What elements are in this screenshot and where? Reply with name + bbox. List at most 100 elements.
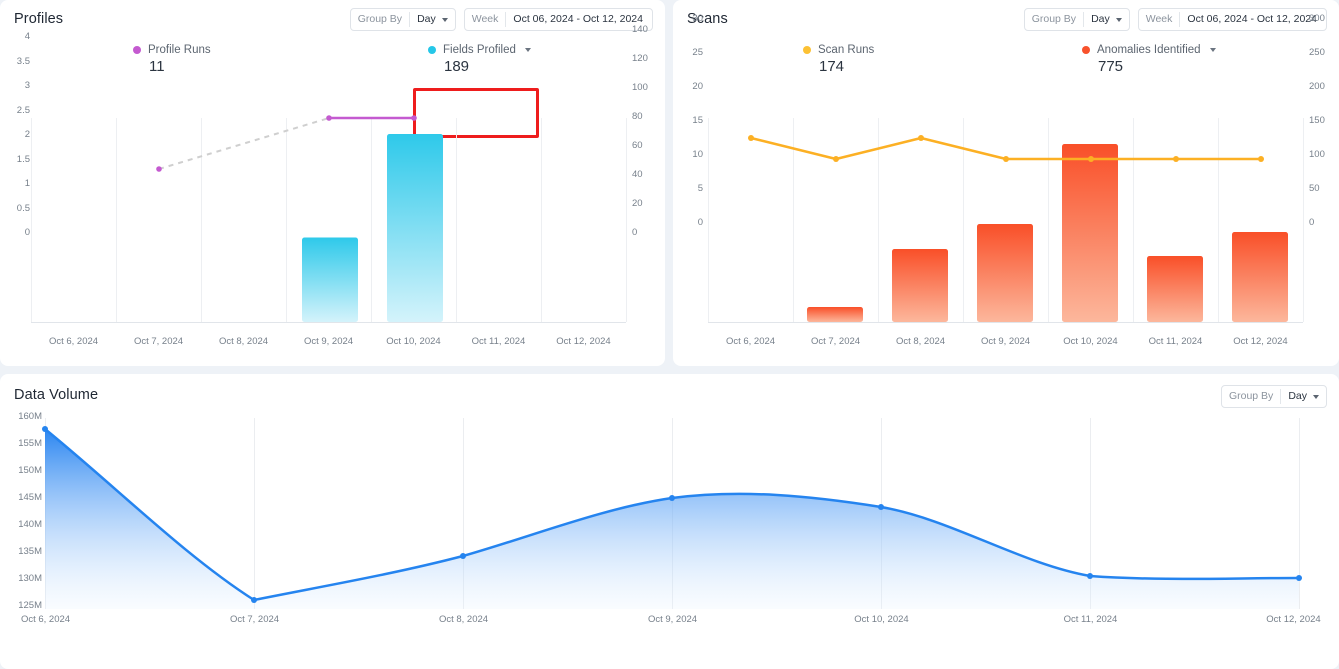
bar[interactable]: [302, 237, 358, 323]
volume-group-by-select[interactable]: Group By Day: [1220, 385, 1327, 408]
kpi-profile-runs[interactable]: Profile Runs 11: [133, 44, 211, 75]
data-point[interactable]: [326, 115, 332, 121]
kpi-profile-runs-label: Profile Runs: [148, 44, 211, 56]
profiles-date-range-picker[interactable]: Week Oct 06, 2024 - Oct 12, 2024: [463, 8, 653, 31]
line-path: [750, 136, 1261, 161]
chevron-down-icon: [1313, 394, 1319, 399]
profiles-chart: 0 0.5 1 1.5 2 2.5 3 3.5 4 0 20 40 60 80 …: [0, 24, 665, 355]
chevron-down-icon: [1115, 17, 1122, 22]
bar[interactable]: [807, 307, 863, 322]
data-volume-panel-header: Data Volume Group By Day: [0, 374, 1339, 416]
profiles-group-by-label: Group By: [357, 13, 403, 25]
scans-header-controls: Group By Day Week Oct 06, 2024 - Oct 12,…: [1023, 8, 1327, 31]
scans-chart: 0 5 10 15 20 25 30 0 50 100 150 200 250 …: [673, 13, 1339, 355]
kpi-anomalies-value: 775: [1098, 58, 1124, 75]
data-point[interactable]: [748, 135, 754, 141]
y-axis-tick: 3.5: [16, 55, 30, 67]
y-axis-tick-right: 40: [632, 169, 643, 180]
y-axis-tick-right: 100: [1309, 149, 1325, 160]
x-axis-tick: Oct 6, 2024: [725, 336, 776, 347]
data-point[interactable]: [1087, 573, 1093, 579]
line-gap-segment: [158, 117, 330, 170]
kpi-scan-runs[interactable]: Scan Runs 174: [803, 44, 874, 75]
data-point[interactable]: [460, 553, 466, 559]
data-point[interactable]: [1173, 156, 1179, 162]
data-point[interactable]: [251, 597, 257, 603]
y-axis-tick-right: 150: [1309, 115, 1325, 126]
legend-dot-icon: [803, 46, 811, 54]
bar[interactable]: [387, 134, 443, 322]
y-axis-tick-right: 0: [632, 227, 638, 238]
x-axis-tick: Oct 8, 2024: [895, 336, 946, 347]
dashboard: Profiles Group By Day Week Oct 06, 2024 …: [0, 0, 1339, 669]
y-axis-tick-right: 80: [632, 111, 643, 122]
bar[interactable]: [977, 224, 1033, 322]
y-axis-tick: 4: [24, 31, 30, 42]
scans-range-label: Week: [1145, 13, 1173, 25]
x-axis-tick: Oct 11, 2024: [471, 336, 526, 347]
data-point[interactable]: [156, 166, 162, 172]
data-volume-plot: [42, 418, 1302, 609]
x-axis-tick: Oct 12, 2024: [1266, 614, 1321, 625]
y-axis-tick-right: 60: [632, 140, 643, 151]
x-axis-tick: Oct 11, 2024: [1148, 336, 1203, 347]
y-axis-tick-right: 120: [632, 53, 648, 64]
kpi-scan-runs-label: Scan Runs: [818, 44, 875, 56]
y-axis-tick-right: 140: [632, 24, 648, 35]
kpi-fields-profiled[interactable]: Fields Profiled 189: [428, 44, 531, 75]
line-scan-runs: [748, 135, 1264, 162]
y-axis-tick-right: 300: [1309, 13, 1325, 24]
profiles-header-controls: Group By Day Week Oct 06, 2024 - Oct 12,…: [349, 8, 653, 31]
scans-group-by-label: Group By: [1031, 13, 1077, 25]
kpi-scan-runs-value: 174: [819, 58, 845, 75]
kpi-profile-runs-value: 11: [149, 58, 165, 75]
profiles-range-value: Oct 06, 2024 - Oct 12, 2024: [513, 13, 643, 25]
profiles-panel: Profiles Group By Day Week Oct 06, 2024 …: [0, 0, 665, 366]
data-point[interactable]: [42, 426, 48, 432]
volume-group-by-label: Group By: [1228, 390, 1274, 402]
scans-plot: [708, 118, 1304, 323]
x-axis-tick: Oct 10, 2024: [1063, 336, 1118, 347]
legend-dot-icon: [133, 46, 141, 54]
bar[interactable]: [1062, 144, 1118, 322]
kpi-fields-profiled-label: Fields Profiled: [443, 44, 516, 56]
data-point[interactable]: [1003, 156, 1009, 162]
scans-group-by-select[interactable]: Group By Day: [1023, 8, 1130, 31]
x-axis-tick: Oct 9, 2024: [303, 336, 354, 347]
chevron-down-icon[interactable]: [524, 48, 531, 52]
data-volume-title: Data Volume: [14, 387, 99, 403]
x-axis-tick: Oct 8, 2024: [438, 614, 489, 625]
profiles-group-by-value: Day: [417, 13, 436, 25]
profiles-group-by-select[interactable]: Group By Day: [349, 8, 456, 31]
x-axis-tick: Oct 6, 2024: [20, 614, 71, 625]
y-axis-tick-right: 50: [1309, 183, 1320, 194]
volume-group-by-value: Day: [1288, 390, 1307, 402]
kpi-anomalies-identified[interactable]: Anomalies Identified 775: [1082, 44, 1216, 75]
scans-range-value: Oct 06, 2024 - Oct 12, 2024: [1187, 13, 1317, 25]
y-axis-tick-right: 0: [1309, 217, 1315, 228]
bars-fields-profiled: [302, 134, 443, 322]
bar[interactable]: [1232, 232, 1288, 322]
data-point[interactable]: [669, 495, 675, 501]
data-point[interactable]: [1088, 156, 1094, 162]
x-axis-tick: Oct 9, 2024: [980, 336, 1031, 347]
kpi-anomalies-label: Anomalies Identified: [1097, 44, 1201, 56]
data-point[interactable]: [878, 504, 884, 510]
legend-dot-icon: [1082, 46, 1090, 54]
bar[interactable]: [892, 249, 948, 322]
y-axis-tick: 3: [24, 80, 30, 91]
profiles-plot: [31, 115, 627, 323]
x-axis-tick: Oct 6, 2024: [48, 336, 99, 347]
data-volume-header-controls: Group By Day: [1220, 385, 1327, 408]
y-axis-tick-right: 250: [1309, 47, 1325, 58]
bar[interactable]: [1147, 256, 1203, 322]
data-point[interactable]: [918, 135, 924, 141]
data-point[interactable]: [1258, 156, 1264, 162]
data-point[interactable]: [411, 115, 417, 121]
scans-date-range-picker[interactable]: Week Oct 06, 2024 - Oct 12, 2024: [1137, 8, 1327, 31]
data-point[interactable]: [1296, 575, 1302, 581]
scans-group-by-value: Day: [1091, 13, 1110, 25]
chevron-down-icon[interactable]: [1209, 48, 1216, 52]
data-point[interactable]: [833, 156, 839, 162]
kpi-fields-profiled-value: 189: [444, 58, 470, 75]
